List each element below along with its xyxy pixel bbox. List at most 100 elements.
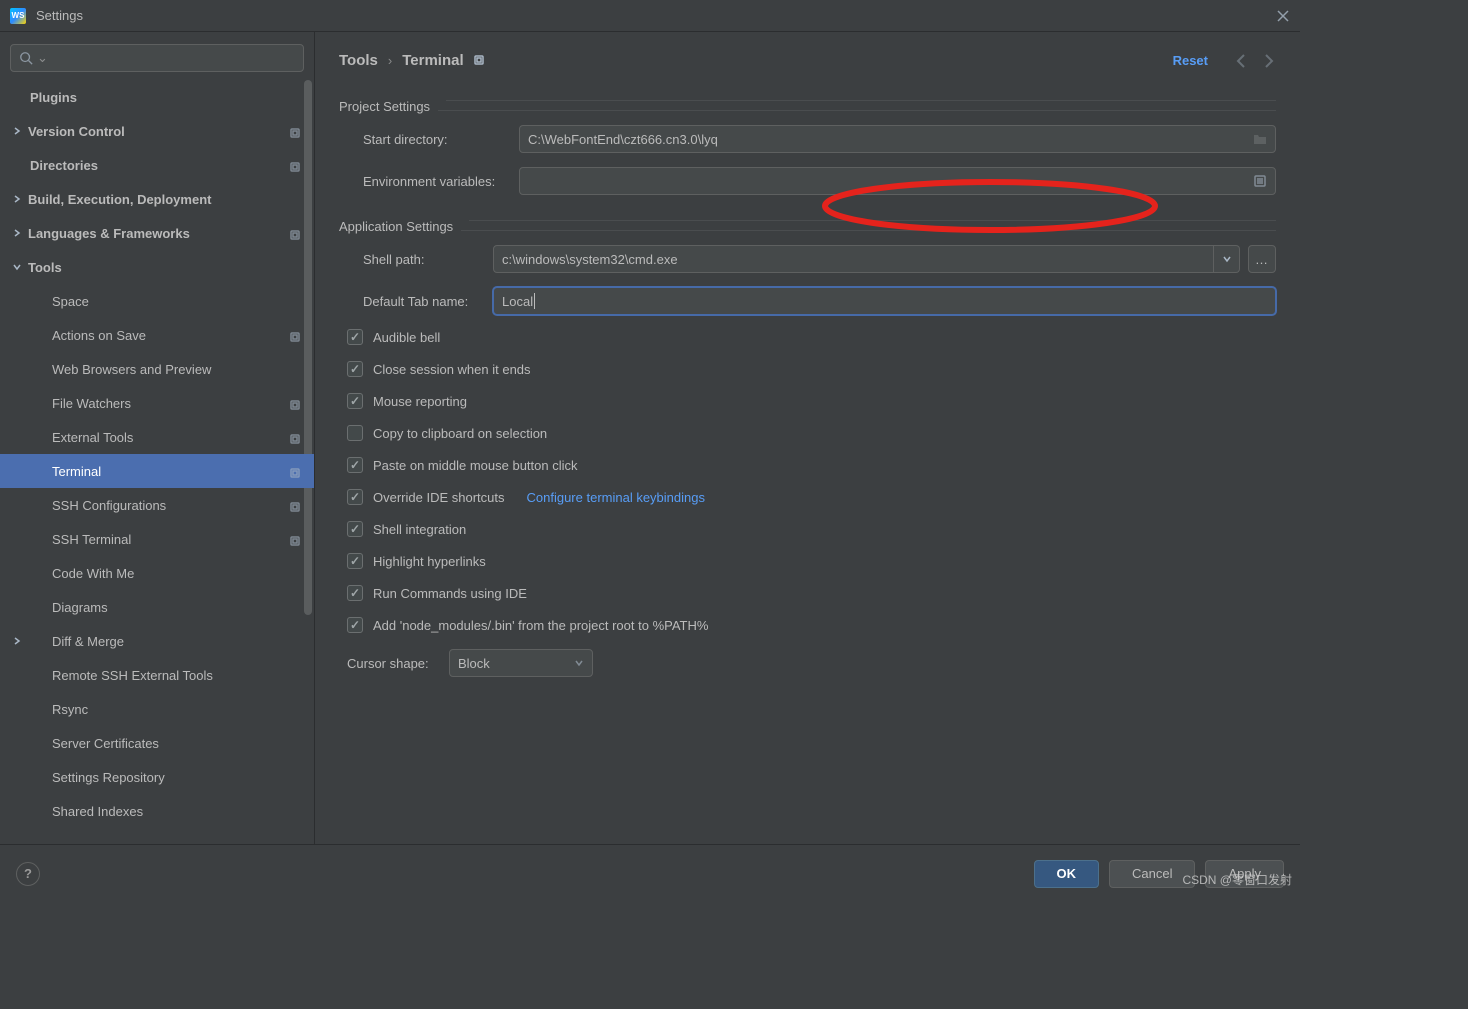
sidebar-item-plugins[interactable]: Plugins [0,80,314,114]
checkbox-label: Override IDE shortcuts [373,490,505,505]
sidebar-item-label: File Watchers [52,396,131,411]
reset-link[interactable]: Reset [1173,53,1208,68]
sidebar-item-diff-merge[interactable]: Diff & Merge [0,624,314,658]
shell-path-dropdown[interactable] [1214,245,1240,273]
search-input[interactable]: ⌄ [10,44,304,72]
checkbox-row: Add 'node_modules/.bin' from the project… [347,617,1276,633]
default-tab-label: Default Tab name: [339,294,493,309]
sidebar-item-label: Build, Execution, Deployment [28,192,211,207]
checkbox[interactable] [347,457,363,473]
chevron-right-icon: › [388,53,392,68]
checkbox[interactable] [347,521,363,537]
start-directory-input[interactable]: C:\WebFontEnd\czt666.cn3.0\lyq [519,125,1276,153]
cursor-shape-select[interactable]: Block [449,649,593,677]
chevron-down-icon [574,658,584,668]
chevron-right-icon [12,194,22,204]
sidebar-item-directories[interactable]: Directories [0,148,314,182]
sidebar-item-version-control[interactable]: Version Control [0,114,314,148]
checkbox[interactable] [347,553,363,569]
close-icon[interactable] [1276,9,1290,23]
env-vars-input[interactable] [519,167,1276,195]
application-settings-section: Application Settings Shell path: c:\wind… [339,213,1276,677]
sidebar-item-rsync[interactable]: Rsync [0,692,314,726]
title-bar: WS Settings [0,0,1300,32]
sidebar-item-label: Actions on Save [52,328,146,343]
sidebar-item-actions-on-save[interactable]: Actions on Save [0,318,314,352]
checkbox[interactable] [347,585,363,601]
breadcrumb-current: Terminal [402,52,463,69]
sidebar-item-remote-ssh-external-tools[interactable]: Remote SSH External Tools [0,658,314,692]
sidebar-item-code-with-me[interactable]: Code With Me [0,556,314,590]
settings-content: Tools › Terminal Reset Project Settings … [315,32,1300,844]
sidebar-item-languages-frameworks[interactable]: Languages & Frameworks [0,216,314,250]
checkbox-label: Shell integration [373,522,466,537]
sidebar-item-server-certificates[interactable]: Server Certificates [0,726,314,760]
shell-path-label: Shell path: [339,252,493,267]
checkbox-row: Audible bell [347,329,1276,345]
checkbox-label: Copy to clipboard on selection [373,426,547,441]
chevron-down-icon [1222,254,1232,264]
sidebar-item-diagrams[interactable]: Diagrams [0,590,314,624]
checkbox-label: Paste on middle mouse button click [373,458,578,473]
sidebar-item-ssh-terminal[interactable]: SSH Terminal [0,522,314,556]
ok-button[interactable]: OK [1034,860,1100,888]
checkbox-row: Copy to clipboard on selection [347,425,1276,441]
sidebar-item-ssh-configurations[interactable]: SSH Configurations [0,488,314,522]
checkbox-row: Shell integration [347,521,1276,537]
project-marker-icon [290,160,300,170]
checkbox[interactable] [347,617,363,633]
sidebar-item-tools[interactable]: Tools [0,250,314,284]
settings-sidebar: ⌄ Plugins Version Control Directories Build… [0,32,315,844]
project-marker-icon [290,228,300,238]
forward-icon[interactable] [1260,53,1276,69]
cursor-shape-label: Cursor shape: [323,656,449,671]
sidebar-item-external-tools[interactable]: External Tools [0,420,314,454]
settings-tree[interactable]: Plugins Version Control Directories Build, … [0,80,314,844]
watermark: CSDN @零窗口发射 [1182,871,1292,888]
breadcrumb-parent[interactable]: Tools [339,52,378,69]
project-marker-icon [290,126,300,136]
env-vars-label: Environment variables: [339,174,519,189]
sidebar-item-label: Version Control [28,124,125,139]
checkbox-label: Run Commands using IDE [373,586,527,601]
project-marker-icon [290,432,300,442]
app-logo-icon: WS [10,8,26,24]
checkbox-row: Highlight hyperlinks [347,553,1276,569]
help-button[interactable]: ? [16,862,40,886]
sidebar-item-file-watchers[interactable]: File Watchers [0,386,314,420]
checkbox-label: Highlight hyperlinks [373,554,486,569]
sidebar-item-web-browsers-and-preview[interactable]: Web Browsers and Preview [0,352,314,386]
back-icon[interactable] [1234,53,1250,69]
configure-keybindings-link[interactable]: Configure terminal keybindings [527,490,705,505]
checkbox-label: Mouse reporting [373,394,467,409]
sidebar-item-label: Directories [30,158,98,173]
sidebar-item-shared-indexes[interactable]: Shared Indexes [0,794,314,828]
checkbox-row: Close session when it ends [347,361,1276,377]
checkbox[interactable] [347,393,363,409]
sidebar-item-space[interactable]: Space [0,284,314,318]
sidebar-item-label: Space [52,294,89,309]
sidebar-item-build-execution-deployment[interactable]: Build, Execution, Deployment [0,182,314,216]
sidebar-item-label: SSH Terminal [52,532,131,547]
checkbox[interactable] [347,361,363,377]
sidebar-item-label: Tools [28,260,62,275]
list-icon[interactable] [1253,174,1267,188]
project-marker-icon [290,466,300,476]
checkbox[interactable] [347,489,363,505]
sidebar-item-terminal[interactable]: Terminal [0,454,314,488]
default-tab-input[interactable]: Local [493,287,1276,315]
dialog-footer: ? OK Cancel Apply [0,844,1300,902]
folder-icon[interactable] [1253,132,1267,146]
sidebar-item-settings-repository[interactable]: Settings Repository [0,760,314,794]
project-marker-icon [290,534,300,544]
shell-path-browse-button[interactable]: … [1248,245,1276,273]
checkbox[interactable] [347,425,363,441]
checkbox-label: Audible bell [373,330,440,345]
chevron-right-icon [12,228,22,238]
sidebar-item-label: Settings Repository [52,770,165,785]
sidebar-item-label: SSH Configurations [52,498,166,513]
checkbox[interactable] [347,329,363,345]
breadcrumb: Tools › Terminal Reset [339,52,1276,69]
checkbox-row: Mouse reporting [347,393,1276,409]
shell-path-input[interactable]: c:\windows\system32\cmd.exe [493,245,1214,273]
